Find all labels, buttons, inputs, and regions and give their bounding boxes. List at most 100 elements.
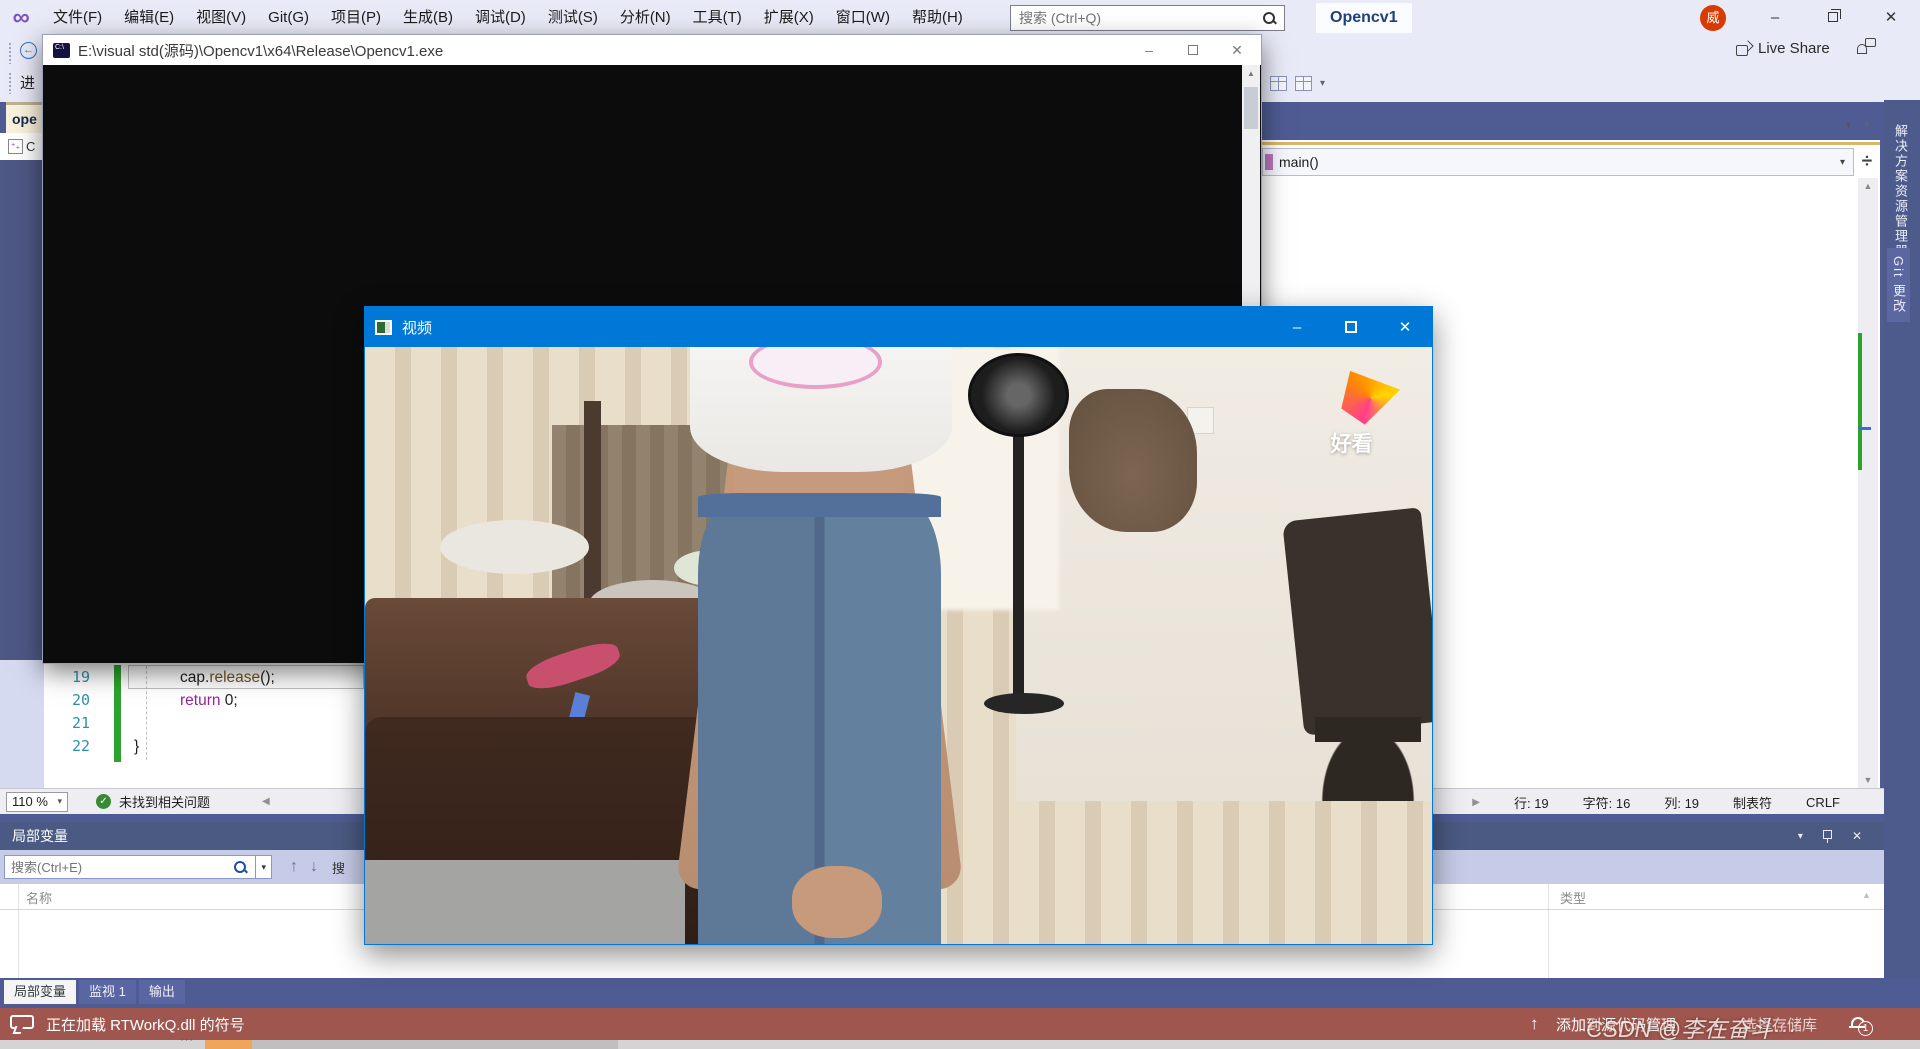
split-editor-icon[interactable]: ÷: [1856, 150, 1878, 175]
grid-icon[interactable]: [1270, 76, 1287, 91]
video-maximize-button[interactable]: [1324, 307, 1378, 347]
tab-solution-explorer[interactable]: 解决方案资源管理器: [1891, 124, 1910, 259]
chevron-down-icon[interactable]: ▾: [1840, 157, 1853, 168]
menu-analyze[interactable]: 分析(N): [609, 0, 682, 36]
menu-window[interactable]: 窗口(W): [825, 0, 901, 36]
navbar-file-fragment: ⁺₊ C: [0, 133, 44, 160]
tab-watch1[interactable]: 监视 1: [79, 980, 136, 1004]
person-waistband: [697, 493, 942, 518]
quick-search-input[interactable]: [1011, 10, 1262, 26]
tab-git-changes[interactable]: Git 更改: [1887, 248, 1910, 323]
search-prev-icon[interactable]: ↑: [290, 858, 298, 876]
column-name[interactable]: 名称: [26, 888, 52, 907]
app-restore-button[interactable]: [1810, 0, 1856, 34]
search-next-icon[interactable]: ↓: [310, 858, 318, 876]
console-maximize-button[interactable]: [1171, 35, 1215, 65]
column-type[interactable]: 类型: [1560, 888, 1586, 907]
left-margin-strip: [0, 160, 44, 660]
maximize-icon: [1188, 45, 1198, 55]
grid-icon-2[interactable]: [1295, 76, 1312, 91]
quick-search-box[interactable]: [1010, 5, 1285, 31]
scene-fan: [967, 352, 1070, 437]
grid-scroll-up-icon[interactable]: ▲: [1862, 890, 1871, 900]
menu-git[interactable]: Git(G): [257, 0, 320, 36]
video-minimize-button[interactable]: –: [1270, 307, 1324, 347]
person-hands: [791, 866, 883, 938]
menu-build[interactable]: 生成(B): [392, 0, 464, 36]
menu-extensions[interactable]: 扩展(X): [753, 0, 825, 36]
scroll-up-icon[interactable]: ▲: [1858, 178, 1878, 191]
zoom-selector[interactable]: 110 % ▾: [6, 791, 68, 812]
visual-studio-window: ∞ 文件(F) 编辑(E) 视图(V) Git(G) 项目(P) 生成(B) 调…: [0, 0, 1920, 1049]
search-options-dropdown[interactable]: ▾: [255, 856, 271, 878]
code-line-19: cap.release();: [180, 669, 275, 686]
app-minimize-button[interactable]: –: [1752, 0, 1798, 34]
search-icon: [1262, 11, 1276, 25]
taskbar-gray-segment: [252, 1040, 618, 1049]
video-titlebar[interactable]: 视频 – ✕: [365, 307, 1432, 347]
line-number: 21: [71, 714, 90, 732]
scene-fan-pole: [1012, 433, 1025, 697]
scroll-down-icon[interactable]: ▼: [1858, 775, 1878, 785]
menu-debug[interactable]: 调试(D): [464, 0, 537, 36]
scroll-up-icon[interactable]: ▲: [1242, 65, 1260, 78]
pin-icon[interactable]: [1822, 829, 1832, 843]
navigate-back-icon[interactable]: ←: [20, 42, 37, 59]
menu-test[interactable]: 测试(S): [537, 0, 609, 36]
window-position-icon[interactable]: ▾: [1798, 831, 1803, 842]
video-close-button[interactable]: ✕: [1378, 307, 1432, 347]
taskbar-ellipsis: ···: [180, 1034, 194, 1046]
console-close-button[interactable]: ✕: [1215, 35, 1259, 65]
console-minimize-button[interactable]: –: [1127, 35, 1171, 65]
status-column: 列: 19: [1664, 795, 1700, 811]
menu-tools[interactable]: 工具(T): [682, 0, 753, 36]
console-titlebar[interactable]: C:\ E:\visual std(源码)\Opencv1\x64\Releas…: [43, 35, 1261, 65]
code-line-20: return 0;: [180, 692, 238, 709]
visual-studio-logo-icon: ∞: [12, 4, 30, 31]
locals-panel-title: 局部变量: [12, 828, 68, 844]
console-scroll-thumb[interactable]: [1244, 87, 1258, 129]
cmd-icon: C:\: [53, 42, 70, 58]
live-share-icon: [1736, 42, 1752, 56]
user-avatar[interactable]: 威: [1700, 5, 1726, 31]
member-dropdown[interactable]: main() ▾: [1262, 148, 1854, 176]
chevron-down-icon[interactable]: ▾: [1846, 120, 1851, 131]
taskbar-peek-strip: ···: [0, 1034, 1920, 1049]
close-icon[interactable]: ✕: [1852, 829, 1862, 843]
tab-output[interactable]: 输出: [138, 980, 185, 1004]
editor-vertical-scrollbar[interactable]: ▲ ▼: [1858, 178, 1878, 788]
menu-edit[interactable]: 编辑(E): [113, 0, 185, 36]
locals-search-input[interactable]: [5, 859, 234, 875]
menu-project[interactable]: 项目(P): [320, 0, 392, 36]
code-health-icon[interactable]: ✓: [96, 794, 111, 809]
csdn-watermark: CSDN @李在奋斗···: [1586, 1016, 1796, 1042]
toolbar-drag-handle[interactable]: [8, 42, 12, 64]
app-titlebar[interactable]: ∞ 文件(F) 编辑(E) 视图(V) Git(G) 项目(P) 生成(B) 调…: [0, 0, 1920, 36]
tab-locals[interactable]: 局部变量: [4, 980, 77, 1004]
document-tab-opencv[interactable]: ope: [6, 102, 42, 133]
locals-search-box[interactable]: ▾: [4, 855, 272, 879]
symbols-message-icon: [10, 1015, 34, 1033]
scroll-left-icon[interactable]: ◀: [262, 796, 270, 807]
restore-icon: [1828, 9, 1841, 22]
menu-file[interactable]: 文件(F): [42, 0, 113, 36]
toolbar-drag-handle-2[interactable]: [8, 72, 12, 94]
video-window-title: 视频: [402, 319, 433, 337]
gear-icon[interactable]: *: [1864, 118, 1870, 135]
code-line-22: }: [134, 738, 140, 755]
notifications-bell-icon[interactable]: 1: [1849, 1017, 1873, 1036]
video-window[interactable]: 视频 – ✕ 好看: [364, 306, 1433, 945]
app-close-button[interactable]: ✕: [1868, 0, 1914, 34]
process-label-partial: 进: [20, 75, 36, 92]
live-share-button[interactable]: Live Share: [1736, 40, 1830, 57]
method-icon: [1265, 154, 1273, 170]
menu-help[interactable]: 帮助(H): [901, 0, 974, 36]
status-tabs: 制表符: [1733, 795, 1773, 811]
scroll-right-icon[interactable]: ▶: [1472, 797, 1480, 808]
menu-view[interactable]: 视图(V): [185, 0, 257, 36]
status-line-ending: CRLF: [1806, 794, 1840, 810]
line-number: 22: [71, 737, 90, 755]
feedback-icon[interactable]: [1856, 38, 1876, 54]
change-tracking-bar: [114, 665, 121, 762]
chevron-down-icon[interactable]: ▾: [1320, 78, 1325, 89]
